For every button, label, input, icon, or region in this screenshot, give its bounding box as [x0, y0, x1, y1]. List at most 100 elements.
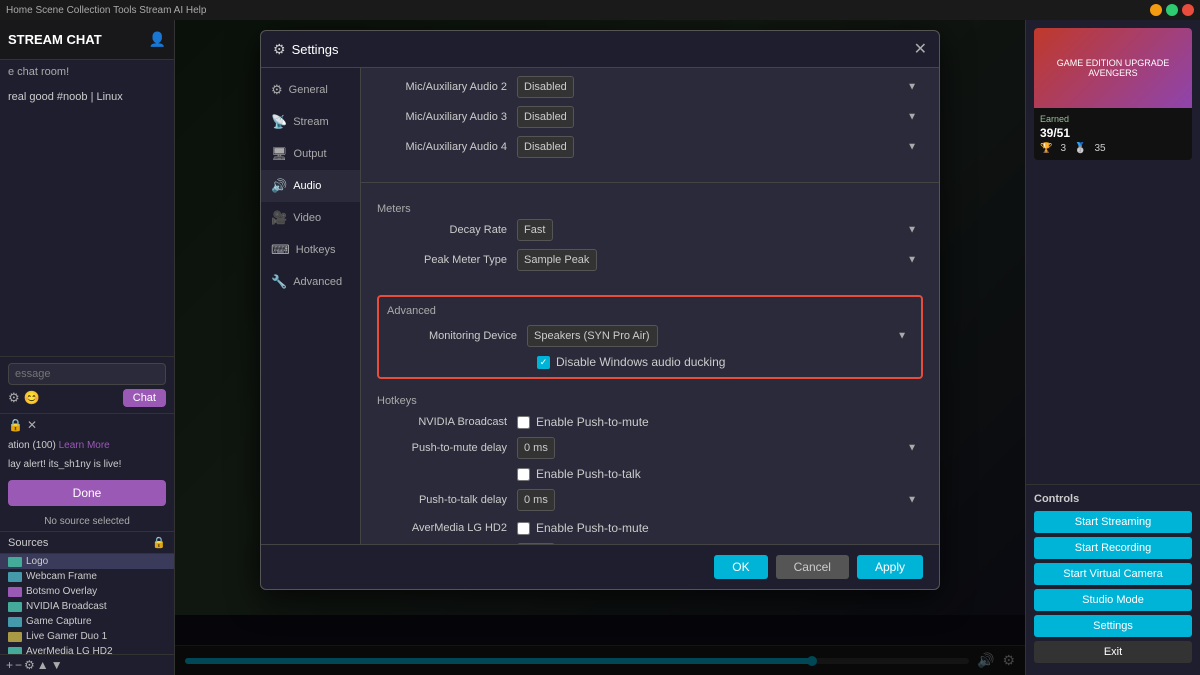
exit-button[interactable]: Exit [1034, 641, 1192, 663]
settings-button[interactable]: Settings [1034, 615, 1192, 637]
bronze-count: 3 [1060, 143, 1066, 154]
nvidia-ptm-delay-select[interactable]: 0 ms [517, 437, 555, 459]
source-down-button[interactable]: ▼ [51, 658, 63, 672]
chat-header: STREAM CHAT 👤 [0, 20, 174, 60]
apply-button[interactable]: Apply [857, 555, 923, 579]
mic-aux-3-label: Mic/Auxiliary Audio 3 [377, 111, 517, 123]
start-virtual-camera-button[interactable]: Start Virtual Camera [1034, 563, 1192, 585]
dropdown-arrow: ▼ [897, 331, 907, 342]
overlay-lock-button[interactable]: 🔒 [8, 418, 23, 432]
mic-aux-3-select[interactable]: Disabled [517, 106, 574, 128]
nav-label: Stream [293, 116, 328, 128]
right-panel: GAME EDITION UPGRADEAVENGERS Earned 39/5… [1025, 20, 1200, 675]
source-name: Logo [26, 556, 48, 567]
add-source-button[interactable]: + [6, 658, 13, 672]
cancel-button[interactable]: Cancel [776, 555, 849, 579]
center-panel: Games Media 🔍 ⚙ U 14:22 [175, 20, 1025, 675]
notification-area: ation (100) Learn More [0, 436, 174, 455]
chat-text-area: real good #noob | Linux [0, 84, 174, 356]
peak-meter-select[interactable]: Sample Peak [517, 249, 597, 271]
disable-ducking-label: Disable Windows audio ducking [556, 355, 725, 369]
list-item[interactable]: Game Capture [0, 614, 174, 629]
decay-rate-select[interactable]: Fast [517, 219, 553, 241]
settings-nav-audio[interactable]: 🔊 Audio [261, 170, 360, 202]
avermedia-ptm-delay-select[interactable]: 0 ms [517, 543, 555, 544]
nvidia-ptt-checkbox[interactable] [517, 468, 530, 481]
avermedia-ptm-row: AverMedia LG HD2 Enable Push-to-mute [377, 521, 923, 535]
right-top: GAME EDITION UPGRADEAVENGERS Earned 39/5… [1026, 20, 1200, 484]
nvidia-ptt-delay-select[interactable]: 0 ms [517, 489, 555, 511]
source-name: AverMedia LG HD2 [26, 646, 113, 654]
sources-panel: Sources 🔒 Logo Webcam Frame Botsmo Overl… [0, 531, 174, 675]
studio-mode-button[interactable]: Studio Mode [1034, 589, 1192, 611]
nav-label: Video [293, 212, 321, 224]
source-name: Game Capture [26, 616, 92, 627]
chat-send-button[interactable]: Chat [123, 389, 166, 407]
settings-nav-output[interactable]: 🖥 Output [261, 138, 360, 170]
achievement-label: Earned [1040, 114, 1186, 124]
nvidia-ptt-delay-row: Push-to-talk delay 0 ms ▼ [377, 489, 923, 511]
silver-count: 35 [1094, 143, 1105, 154]
chat-input[interactable] [8, 363, 166, 385]
peak-meter-label: Peak Meter Type [377, 254, 517, 266]
list-item[interactable]: Webcam Frame [0, 569, 174, 584]
settings-nav-advanced[interactable]: 🔧 Advanced [261, 266, 360, 298]
settings-nav-stream[interactable]: 📡 Stream [261, 106, 360, 138]
settings-nav-general[interactable]: ⚙ General [261, 74, 360, 106]
nvidia-ptt-label: Enable Push-to-talk [536, 467, 641, 481]
nvidia-ptm-checkbox[interactable] [517, 416, 530, 429]
done-button[interactable]: Done [8, 480, 166, 506]
source-up-button[interactable]: ▲ [37, 658, 49, 672]
start-streaming-button[interactable]: Start Streaming [1034, 511, 1192, 533]
maximize-button[interactable] [1166, 4, 1178, 16]
monitoring-device-select[interactable]: Speakers (SYN Pro Air) [527, 325, 658, 347]
hotkeys-icon: ⌨ [271, 242, 290, 258]
start-recording-button[interactable]: Start Recording [1034, 537, 1192, 559]
avermedia-ptm-checkbox[interactable] [517, 522, 530, 535]
avermedia-ptm-label: Enable Push-to-mute [536, 521, 649, 535]
mic-aux-4-select[interactable]: Disabled [517, 136, 574, 158]
modal-title: Settings [292, 42, 908, 57]
sources-title: Sources [8, 537, 152, 549]
disable-ducking-checkbox[interactable]: ✓ [537, 356, 550, 369]
learn-more-link[interactable]: Learn More [59, 440, 110, 451]
list-item[interactable]: NVIDIA Broadcast [0, 599, 174, 614]
settings-nav-video[interactable]: 🎥 Video [261, 202, 360, 234]
close-button[interactable] [1182, 4, 1194, 16]
chat-actions: ⚙ 😊 Chat [8, 389, 166, 407]
dropdown-arrow: ▼ [907, 112, 917, 123]
emoji-icon[interactable]: 😊 [24, 390, 40, 406]
mic-aux-2-wrapper: Disabled ▼ [517, 76, 923, 98]
modal-footer: OK Cancel Apply [261, 544, 939, 589]
settings-icon: ⚙ [273, 41, 286, 58]
modal-close-button[interactable]: ✕ [914, 39, 927, 59]
chat-manage-icon[interactable]: 👤 [149, 31, 166, 48]
source-settings-button[interactable]: ⚙ [24, 658, 35, 672]
sources-lock-icon[interactable]: 🔒 [152, 536, 166, 549]
source-name: NVIDIA Broadcast [26, 601, 107, 612]
dropdown-arrow: ▼ [907, 225, 917, 236]
mic-aux-4-label: Mic/Auxiliary Audio 4 [377, 141, 517, 153]
mic-aux-2-select[interactable]: Disabled [517, 76, 574, 98]
modal-body: ⚙ General 📡 Stream 🖥 Output [261, 68, 939, 544]
settings-icon[interactable]: ⚙ [8, 390, 20, 406]
list-item[interactable]: AverMedia LG HD2 [0, 644, 174, 654]
main-row: STREAM CHAT 👤 e chat room! real good #no… [0, 20, 1200, 675]
nvidia-ptt-delay-label: Push-to-talk delay [377, 494, 517, 506]
ok-button[interactable]: OK [714, 555, 767, 579]
settings-nav-hotkeys[interactable]: ⌨ Hotkeys [261, 234, 360, 266]
peak-meter-wrapper: Sample Peak ▼ [517, 249, 923, 271]
chat-welcome-text: e chat room! [0, 60, 174, 84]
overlay-close-button[interactable]: ✕ [27, 418, 37, 432]
achievement-trophies: 🏆 3 🥈 35 [1040, 143, 1186, 154]
source-name: Botsmo Overlay [26, 586, 97, 597]
minimize-button[interactable] [1150, 4, 1162, 16]
list-item[interactable]: Botsmo Overlay [0, 584, 174, 599]
live-alert: lay alert! its_sh1ny is live! [0, 455, 174, 474]
list-item[interactable]: Live Gamer Duo 1 [0, 629, 174, 644]
source-action-bar: + − ⚙ ▲ ▼ [0, 654, 174, 675]
nvidia-label: NVIDIA Broadcast [377, 416, 517, 428]
list-item[interactable]: Logo [0, 554, 174, 569]
remove-source-button[interactable]: − [15, 658, 22, 672]
nvidia-ptm-delay-row: Push-to-mute delay 0 ms ▼ [377, 437, 923, 459]
